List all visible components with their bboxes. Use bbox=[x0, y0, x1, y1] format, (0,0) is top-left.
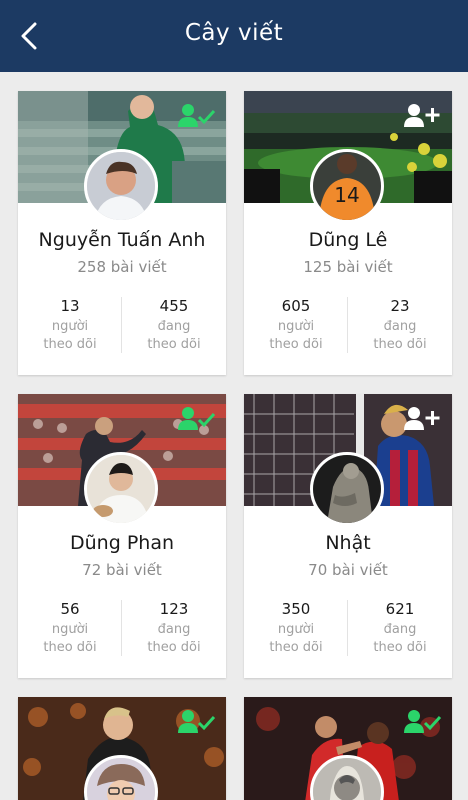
following-label: đang theo dõi bbox=[147, 622, 201, 655]
avatar bbox=[310, 452, 384, 526]
following-stat: 455 đang theo dõi bbox=[122, 297, 226, 354]
user-check-icon[interactable] bbox=[178, 406, 216, 432]
svg-text:14: 14 bbox=[334, 183, 359, 207]
user-check-icon[interactable] bbox=[404, 709, 442, 735]
following-stat: 23 đang theo dõi bbox=[348, 297, 452, 354]
followers-count: 605 bbox=[281, 297, 311, 315]
user-check-icon[interactable] bbox=[178, 103, 216, 129]
following-count: 455 bbox=[159, 297, 189, 315]
followers-stat: 56 người theo dõi bbox=[18, 600, 122, 657]
followers-count: 56 bbox=[60, 600, 80, 618]
following-count: 621 bbox=[385, 600, 415, 618]
post-count: 125 bài viết bbox=[303, 258, 393, 276]
writer-card[interactable] bbox=[244, 697, 452, 800]
following-label: đang theo dõi bbox=[147, 319, 201, 352]
followers-label: người theo dõi bbox=[43, 319, 97, 352]
user-add-icon[interactable] bbox=[404, 103, 442, 129]
post-count: 258 bài viết bbox=[77, 258, 167, 276]
writer-card[interactable]: 14 Dũng Lê 125 bài viết 605 người theo dõ… bbox=[244, 91, 452, 375]
header-bar: Cây viết bbox=[0, 0, 468, 72]
writer-card[interactable] bbox=[18, 697, 226, 800]
avatar: 14 bbox=[310, 149, 384, 223]
followers-stat: 350 người theo dõi bbox=[244, 600, 348, 657]
followers-label: người theo dõi bbox=[43, 622, 97, 655]
following-count: 123 bbox=[159, 600, 189, 618]
followers-stat: 605 người theo dõi bbox=[244, 297, 348, 354]
user-add-icon[interactable] bbox=[404, 406, 442, 432]
writer-name: Dũng Lê bbox=[308, 229, 388, 251]
page-title: Cây viết bbox=[184, 20, 284, 46]
followers-count: 13 bbox=[60, 297, 80, 315]
following-label: đang theo dõi bbox=[373, 319, 427, 352]
writer-name: Nhật bbox=[325, 532, 371, 554]
writer-card[interactable]: Nhật 70 bài viết 350 người theo dõi 621 đ… bbox=[244, 394, 452, 678]
following-stat: 123 đang theo dõi bbox=[122, 600, 226, 657]
avatar bbox=[84, 149, 158, 223]
followers-stat: 13 người theo dõi bbox=[18, 297, 122, 354]
following-count: 23 bbox=[390, 297, 410, 315]
post-count: 72 bài viết bbox=[82, 561, 162, 579]
post-count: 70 bài viết bbox=[308, 561, 388, 579]
avatar bbox=[84, 452, 158, 526]
followers-label: người theo dõi bbox=[269, 319, 323, 352]
writer-card[interactable]: Dũng Phan 72 bài viết 56 người theo dõi 1… bbox=[18, 394, 226, 678]
writer-name: Nguyễn Tuấn Anh bbox=[38, 229, 206, 251]
following-stat: 621 đang theo dõi bbox=[348, 600, 452, 657]
followers-count: 350 bbox=[281, 600, 311, 618]
writer-card[interactable]: Nguyễn Tuấn Anh 258 bài viết 13 người the… bbox=[18, 91, 226, 375]
following-label: đang theo dõi bbox=[373, 622, 427, 655]
followers-label: người theo dõi bbox=[269, 622, 323, 655]
user-check-icon[interactable] bbox=[178, 709, 216, 735]
writer-name: Dũng Phan bbox=[70, 532, 174, 554]
